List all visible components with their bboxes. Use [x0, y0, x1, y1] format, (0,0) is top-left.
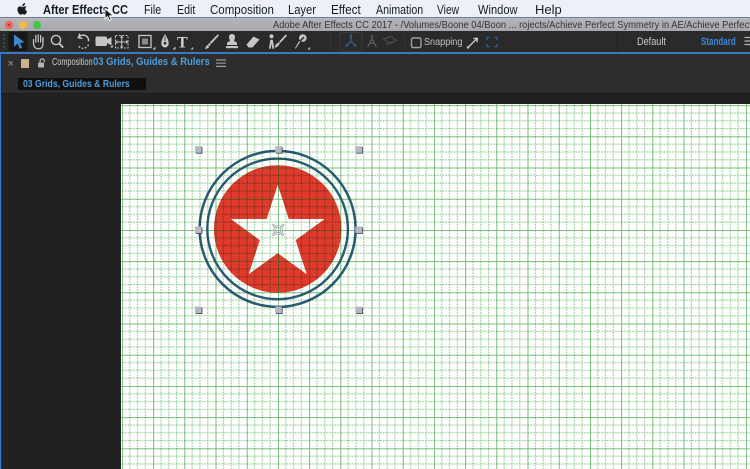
svg-text:T: T: [177, 34, 188, 51]
